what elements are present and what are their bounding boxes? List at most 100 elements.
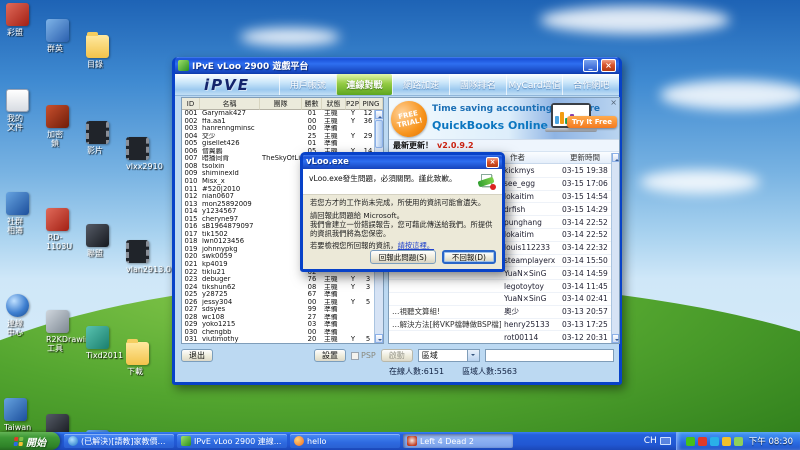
tray-icon[interactable]: [686, 437, 695, 446]
try-it-free-button[interactable]: Try It Free: [567, 116, 617, 128]
start-button[interactable]: 開始: [0, 432, 60, 450]
player-row[interactable]: 001Garymak42701主機Y12: [182, 110, 374, 118]
update-title: …解決方法[將VKP檔轉做BSP檔]: [389, 319, 501, 330]
psp-checkbox[interactable]: [351, 352, 359, 360]
update-row[interactable]: …解決方法[將VKP檔轉做BSP檔]henry2513303-13 17:25: [389, 319, 611, 332]
desktop-icon[interactable]: Steam: [46, 414, 64, 430]
scrollbar-thumb[interactable]: [375, 120, 383, 148]
settings-button[interactable]: 設置: [314, 349, 346, 362]
player-row[interactable]: 025y2872567準備: [182, 291, 374, 299]
window-titlebar[interactable]: IPvE vLoo 2900 遊戲平台 _ ×: [175, 57, 619, 74]
banner-close-icon[interactable]: ×: [610, 98, 617, 107]
desktop-icon[interactable]: Taiwan Explorer: [4, 398, 22, 414]
region-select[interactable]: 區域: [418, 349, 480, 362]
player-cell: Y: [346, 118, 360, 125]
scroll-down-icon[interactable]: [612, 334, 619, 343]
player-col-header[interactable]: 勝數: [302, 98, 322, 110]
desktop-icon[interactable]: 聯盟: [86, 224, 104, 240]
updates-scrollbar[interactable]: [611, 153, 619, 343]
tray-icon[interactable]: [698, 437, 707, 446]
scroll-down-icon[interactable]: [375, 334, 383, 343]
ad-banner[interactable]: FREE TRIAL! Time saving accounting softw…: [389, 98, 619, 140]
desktop-icon[interactable]: 目錄: [86, 35, 104, 51]
player-row[interactable]: 027sdsyes99準備: [182, 306, 374, 314]
update-row[interactable]: YuaN×SinG03-14 02:41: [389, 293, 611, 306]
psp-checkbox-group[interactable]: PSP: [351, 351, 376, 360]
player-cell: 011: [182, 186, 200, 193]
player-cell: 76: [302, 276, 322, 283]
desktop-icon[interactable]: R2KDrawing 工具: [46, 310, 64, 326]
desktop-icon[interactable]: 連線中心: [6, 294, 24, 310]
update-title: …視聽文算組!: [389, 306, 501, 317]
scroll-up-icon[interactable]: [375, 110, 383, 119]
nav-tab[interactable]: 用戶帳號: [279, 74, 336, 95]
player-col-header[interactable]: 團隊: [260, 98, 302, 110]
player-col-header[interactable]: PING: [360, 98, 383, 110]
player-col-header[interactable]: 狀態: [322, 98, 346, 110]
player-row[interactable]: 002ffa.aa100主機Y36: [182, 118, 374, 126]
nav-tab[interactable]: 團隊排名: [449, 74, 506, 95]
dialog-titlebar[interactable]: vLoo.exe ×: [303, 155, 502, 169]
player-row[interactable]: 031viutimothy20主機Y5: [182, 336, 374, 343]
close-button[interactable]: ×: [601, 59, 616, 72]
desktop-icon[interactable]: 社群相簿: [6, 192, 24, 208]
tray-icon[interactable]: [734, 437, 743, 446]
tray-icon[interactable]: [722, 437, 731, 446]
report-problem-button[interactable]: 回報此問題(S): [370, 250, 436, 264]
player-col-header[interactable]: ID: [182, 98, 200, 110]
desktop-icon[interactable]: vlxx2910: [126, 137, 144, 153]
language-label: CH: [644, 436, 657, 446]
desktop-icon[interactable]: 我的文件: [6, 89, 24, 105]
player-row[interactable]: 030chengbb00準備: [182, 329, 374, 337]
player-cell: 014: [182, 208, 200, 215]
taskbar-task[interactable]: hello: [290, 434, 400, 448]
taskbar-task[interactable]: IPvE vLoo 2900 連線...: [177, 434, 287, 448]
update-row[interactable]: …視聽文算組!奧少03-13 20:57: [389, 306, 611, 319]
dialog-paragraph: 若您方才的工作尚未完成，所使用的資訊可能會遺失。: [310, 199, 495, 208]
player-row[interactable]: 004交少25主機Y29: [182, 133, 374, 141]
player-col-header[interactable]: 名稱: [200, 98, 260, 110]
desktop-icon[interactable]: vlan2913.0: [126, 240, 144, 256]
player-row[interactable]: 029yoko121503準備: [182, 321, 374, 329]
nav-tab[interactable]: MyCard增值: [506, 74, 563, 95]
chat-input[interactable]: [485, 349, 614, 362]
player-row[interactable]: 003hanrenngminsc00準備: [182, 125, 374, 133]
taskbar-task[interactable]: Left 4 Dead 2: [403, 434, 513, 448]
player-col-header[interactable]: P2P: [346, 98, 360, 110]
player-row[interactable]: 005gisellet42601準備: [182, 140, 374, 148]
player-cell: 025: [182, 291, 200, 298]
chevron-down-icon[interactable]: [467, 350, 479, 361]
update-author: drfish: [501, 205, 559, 214]
nav-tab[interactable]: 網路加速: [392, 74, 449, 95]
player-row[interactable]: 023debuger76主機Y3: [182, 276, 374, 284]
desktop-icon[interactable]: 加密鎖: [46, 105, 64, 121]
player-row[interactable]: 028wc10827準備: [182, 314, 374, 322]
desktop-icon[interactable]: RD-1103U: [46, 208, 64, 224]
update-row[interactable]: legotoytoy03-14 11:45: [389, 280, 611, 293]
taskbar-task[interactable]: (已解決)[請教]家教價行...: [64, 434, 174, 448]
desktop-icon[interactable]: 彩盟: [6, 3, 24, 19]
player-cell: 主機: [322, 336, 346, 343]
desktop-icon-label: RD-1103U: [46, 233, 64, 251]
minimize-button[interactable]: _: [583, 59, 598, 72]
dont-report-button[interactable]: 不回報(D): [442, 250, 496, 264]
start-label: 開始: [26, 434, 46, 449]
launch-button[interactable]: 啟動: [381, 349, 413, 362]
nav-tab[interactable]: 合作網吧: [562, 74, 619, 95]
player-row[interactable]: 024tikshun6208主機Y3: [182, 284, 374, 292]
scroll-up-icon[interactable]: [612, 153, 619, 162]
dialog-close-button[interactable]: ×: [486, 157, 499, 168]
player-cell: 026: [182, 299, 200, 306]
desktop-icon[interactable]: 群英: [46, 19, 64, 35]
dialog-paragraph: 我們會建立一份錯誤報告，您可藉此傳送給我們。所提供的資訊我們將為您保密。: [310, 221, 495, 238]
desktop-icon[interactable]: 下載: [126, 342, 144, 358]
window-title: IPvE vLoo 2900 遊戲平台: [192, 59, 580, 72]
desktop-icon[interactable]: 影片: [86, 121, 104, 137]
nav-tab[interactable]: 連線對戰: [336, 74, 393, 95]
desktop-icon[interactable]: Tixd2011: [86, 326, 104, 342]
exit-button[interactable]: 退出: [181, 349, 213, 362]
language-indicator[interactable]: CH: [639, 432, 676, 450]
tray-icon[interactable]: [710, 437, 719, 446]
update-row[interactable]: rot0011403-12 20:31: [389, 331, 611, 343]
player-row[interactable]: 026jessy30400主機Y5: [182, 299, 374, 307]
